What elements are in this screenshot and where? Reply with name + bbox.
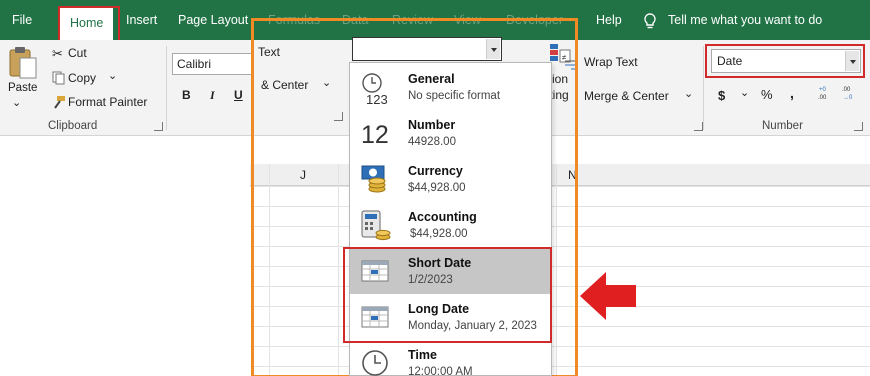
number-format-highlight bbox=[705, 44, 865, 78]
scissors-icon[interactable]: ✂ bbox=[52, 46, 63, 62]
increase-decimal-icon[interactable]: +0 .00 bbox=[814, 84, 832, 102]
underline-button[interactable]: U bbox=[234, 88, 243, 102]
date-options-highlight bbox=[343, 247, 552, 343]
format-option-name: Number bbox=[408, 118, 456, 132]
group-divider bbox=[166, 46, 167, 130]
format-painter-button[interactable]: Format Painter bbox=[68, 95, 147, 109]
wrap-text-button[interactable]: Wrap Text bbox=[584, 55, 638, 69]
svg-text:.00: .00 bbox=[818, 95, 827, 101]
tab-help[interactable]: Help bbox=[596, 0, 622, 40]
clipboard-launcher-icon[interactable] bbox=[154, 122, 163, 131]
accounting-chevron-icon[interactable]: ⌄ bbox=[740, 86, 749, 99]
tell-me-search[interactable]: Tell me what you want to do bbox=[668, 0, 822, 40]
format-option-number[interactable]: 12 Number 44928.00 bbox=[350, 111, 551, 156]
format-option-example: $44,928.00 bbox=[410, 228, 468, 240]
decrease-decimal-icon[interactable]: .00 →0 bbox=[838, 84, 856, 102]
number-launcher-icon[interactable] bbox=[854, 122, 863, 131]
percent-style-button[interactable]: % bbox=[761, 87, 773, 102]
accounting-format-button[interactable]: $ bbox=[718, 88, 725, 103]
tab-file[interactable]: File bbox=[12, 0, 32, 40]
cut-button[interactable]: Cut bbox=[68, 46, 87, 60]
number-12-icon: 12 bbox=[361, 121, 389, 149]
format-option-time[interactable]: Time 12:00:00 AM bbox=[350, 341, 551, 376]
alignment-launcher-icon-2[interactable] bbox=[694, 122, 703, 131]
number-format-dropdown-field[interactable] bbox=[352, 37, 502, 61]
svg-text:.00: .00 bbox=[842, 87, 851, 93]
clock-123-icon: 123 bbox=[362, 73, 388, 105]
red-arrow-icon bbox=[580, 272, 636, 320]
paste-label[interactable]: Paste bbox=[8, 82, 37, 94]
format-option-example: $44,928.00 bbox=[408, 182, 466, 194]
number-format-dropdown-arrow-icon[interactable] bbox=[486, 39, 500, 59]
format-option-name: Time bbox=[408, 348, 437, 362]
format-option-currency[interactable]: Currency $44,928.00 bbox=[350, 157, 551, 202]
copy-button[interactable]: Copy bbox=[68, 71, 96, 85]
italic-button[interactable]: I bbox=[210, 88, 215, 103]
clock-icon bbox=[362, 350, 388, 376]
group-divider bbox=[703, 46, 704, 130]
format-option-example: No specific format bbox=[408, 90, 501, 102]
format-painter-icon[interactable] bbox=[52, 95, 66, 109]
format-option-name: General bbox=[408, 72, 455, 86]
font-name-box[interactable]: Calibri bbox=[172, 53, 252, 75]
accounting-icon bbox=[361, 210, 391, 241]
format-option-general[interactable]: 123 General No specific format bbox=[350, 65, 551, 110]
svg-text:123: 123 bbox=[366, 92, 388, 105]
tab-page-layout[interactable]: Page Layout bbox=[178, 0, 248, 40]
number-group-label: Number bbox=[762, 120, 803, 132]
paste-icon[interactable] bbox=[8, 44, 38, 80]
format-option-example: 44928.00 bbox=[408, 136, 456, 148]
bold-button[interactable]: B bbox=[182, 88, 191, 102]
merge-center-chevron-icon[interactable]: ⌄ bbox=[684, 87, 693, 100]
lightbulb-icon[interactable] bbox=[641, 12, 659, 30]
format-option-example: 12:00:00 AM bbox=[408, 366, 473, 376]
paste-chevron-icon[interactable]: ⌄ bbox=[12, 96, 21, 109]
clipboard-group-label: Clipboard bbox=[48, 120, 98, 132]
format-option-name: Currency bbox=[408, 164, 463, 178]
copy-icon[interactable] bbox=[52, 71, 66, 85]
copy-chevron-icon[interactable]: ⌄ bbox=[108, 69, 117, 82]
currency-icon bbox=[361, 165, 386, 193]
merge-center-button[interactable]: Merge & Center bbox=[584, 89, 669, 103]
tab-insert[interactable]: Insert bbox=[126, 0, 157, 40]
comma-style-button[interactable]: , bbox=[790, 85, 794, 101]
svg-text:12: 12 bbox=[361, 121, 389, 149]
format-option-accounting[interactable]: Accounting $44,928.00 bbox=[350, 203, 551, 248]
svg-text:→0: →0 bbox=[843, 95, 853, 101]
format-option-name: Accounting bbox=[408, 210, 477, 224]
svg-text:+0: +0 bbox=[819, 87, 827, 93]
home-tab-highlight bbox=[58, 6, 120, 42]
font-name-value: Calibri bbox=[177, 57, 212, 71]
